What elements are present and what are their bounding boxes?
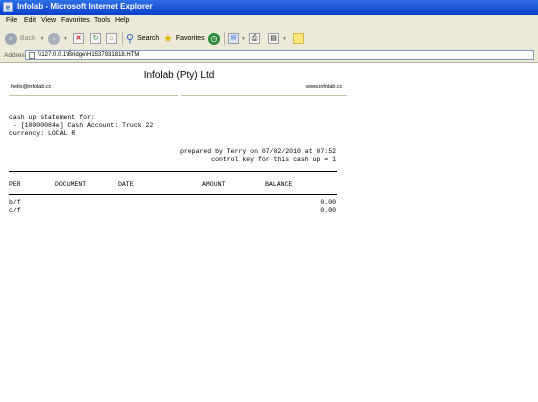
toolbar: ‹ Back ▼ › ▼ ✕ ↻ ⌂ ⚲ Search ★ Favorites … <box>0 28 538 50</box>
statement-line-2: - [10000084e] Cash Account: Truck 22 <box>9 122 154 129</box>
col-header-balance: BALANCE <box>265 181 293 188</box>
forward-button[interactable]: › ▼ <box>48 31 68 46</box>
company-email: hello@infolab.cc <box>11 84 52 90</box>
stop-button[interactable]: ✕ <box>73 31 84 46</box>
menu-tools[interactable]: Tools <box>94 17 110 24</box>
back-arrow-icon: ‹ <box>5 32 17 45</box>
menu-bar: File Edit View Favorites Tools Help <box>0 15 538 29</box>
history-icon: ◷ <box>208 32 220 45</box>
toolbar-separator <box>224 32 225 45</box>
toolbar-separator <box>122 32 123 45</box>
company-website: www.infolab.cc <box>306 84 343 90</box>
home-button[interactable]: ⌂ <box>106 31 117 46</box>
mail-icon: ✉ <box>228 33 239 44</box>
prepared-by: prepared by Terry on 07/02/2010 at 07:52 <box>179 148 336 155</box>
header-rule-right <box>181 95 347 96</box>
stop-icon: ✕ <box>73 33 84 44</box>
mail-button[interactable]: ✉ ▼ <box>228 31 246 46</box>
forward-dropdown-icon[interactable]: ▼ <box>63 36 68 42</box>
favorites-label: Favorites <box>175 35 205 42</box>
menu-favorites[interactable]: Favorites <box>61 17 90 24</box>
title-bar: e Infolab - Microsoft Internet Explorer <box>0 0 538 15</box>
statement-line-1: cash up statement for: <box>9 114 95 121</box>
print-button[interactable]: ⎙ <box>249 31 260 46</box>
back-label: Back <box>20 35 36 42</box>
table-top-rule <box>9 171 337 172</box>
forward-arrow-icon: › <box>48 32 60 45</box>
company-name: Infolab (Pty) Ltd <box>143 70 215 81</box>
menu-edit[interactable]: Edit <box>24 17 36 24</box>
col-header-amount: AMOUNT <box>202 181 226 188</box>
history-button[interactable]: ◷ <box>208 31 220 46</box>
edit-dropdown-icon[interactable]: ▼ <box>282 36 287 42</box>
statement-line-3: currency: LOCAL R <box>9 130 76 137</box>
row-cf-per: c/f <box>9 207 21 214</box>
messenger-button[interactable] <box>293 31 304 46</box>
home-icon: ⌂ <box>106 33 117 44</box>
col-header-document: DOCUMENT <box>55 181 87 188</box>
row-bf-balance: 0.00 <box>320 199 336 206</box>
refresh-icon: ↻ <box>90 33 101 44</box>
address-field[interactable]: \\127.0.0.1\Bridge\H1537931818.HTM <box>25 50 534 60</box>
menu-help[interactable]: Help <box>115 17 129 24</box>
edit-button[interactable]: ▤ ▼ <box>268 31 287 46</box>
table-header-rule <box>9 194 337 195</box>
print-icon: ⎙ <box>249 33 260 44</box>
refresh-button[interactable]: ↻ <box>90 31 101 46</box>
favorites-button[interactable]: ★ Favorites <box>163 31 205 46</box>
address-bar: Address \\127.0.0.1\Bridge\H1537931818.H… <box>0 49 538 63</box>
row-bf-per: b/f <box>9 199 21 206</box>
page-icon <box>29 52 35 59</box>
note-icon <box>293 33 304 44</box>
mail-dropdown-icon[interactable]: ▼ <box>241 36 246 42</box>
control-key: control key for this cash up = 1 <box>211 156 336 163</box>
row-cf-balance: 0.00 <box>320 207 336 214</box>
back-dropdown-icon[interactable]: ▼ <box>40 36 45 42</box>
col-header-date: DATE <box>118 181 134 188</box>
header-rule-left <box>9 95 178 96</box>
menu-view[interactable]: View <box>41 17 56 24</box>
back-button[interactable]: ‹ Back ▼ <box>5 31 45 46</box>
address-url[interactable]: \\127.0.0.1\Bridge\H1537931818.HTM <box>38 52 139 58</box>
document-area: Infolab (Pty) Ltd hello@infolab.cc www.i… <box>0 63 538 402</box>
ie-icon: e <box>3 2 13 12</box>
edit-page-icon: ▤ <box>268 33 279 44</box>
window-title: Infolab - Microsoft Internet Explorer <box>17 2 153 11</box>
star-icon: ★ <box>163 33 173 45</box>
col-header-per: PER <box>9 181 21 188</box>
search-button[interactable]: ⚲ Search <box>126 31 159 46</box>
search-icon: ⚲ <box>126 33 135 45</box>
menu-file[interactable]: File <box>6 17 17 24</box>
search-label: Search <box>137 35 160 42</box>
